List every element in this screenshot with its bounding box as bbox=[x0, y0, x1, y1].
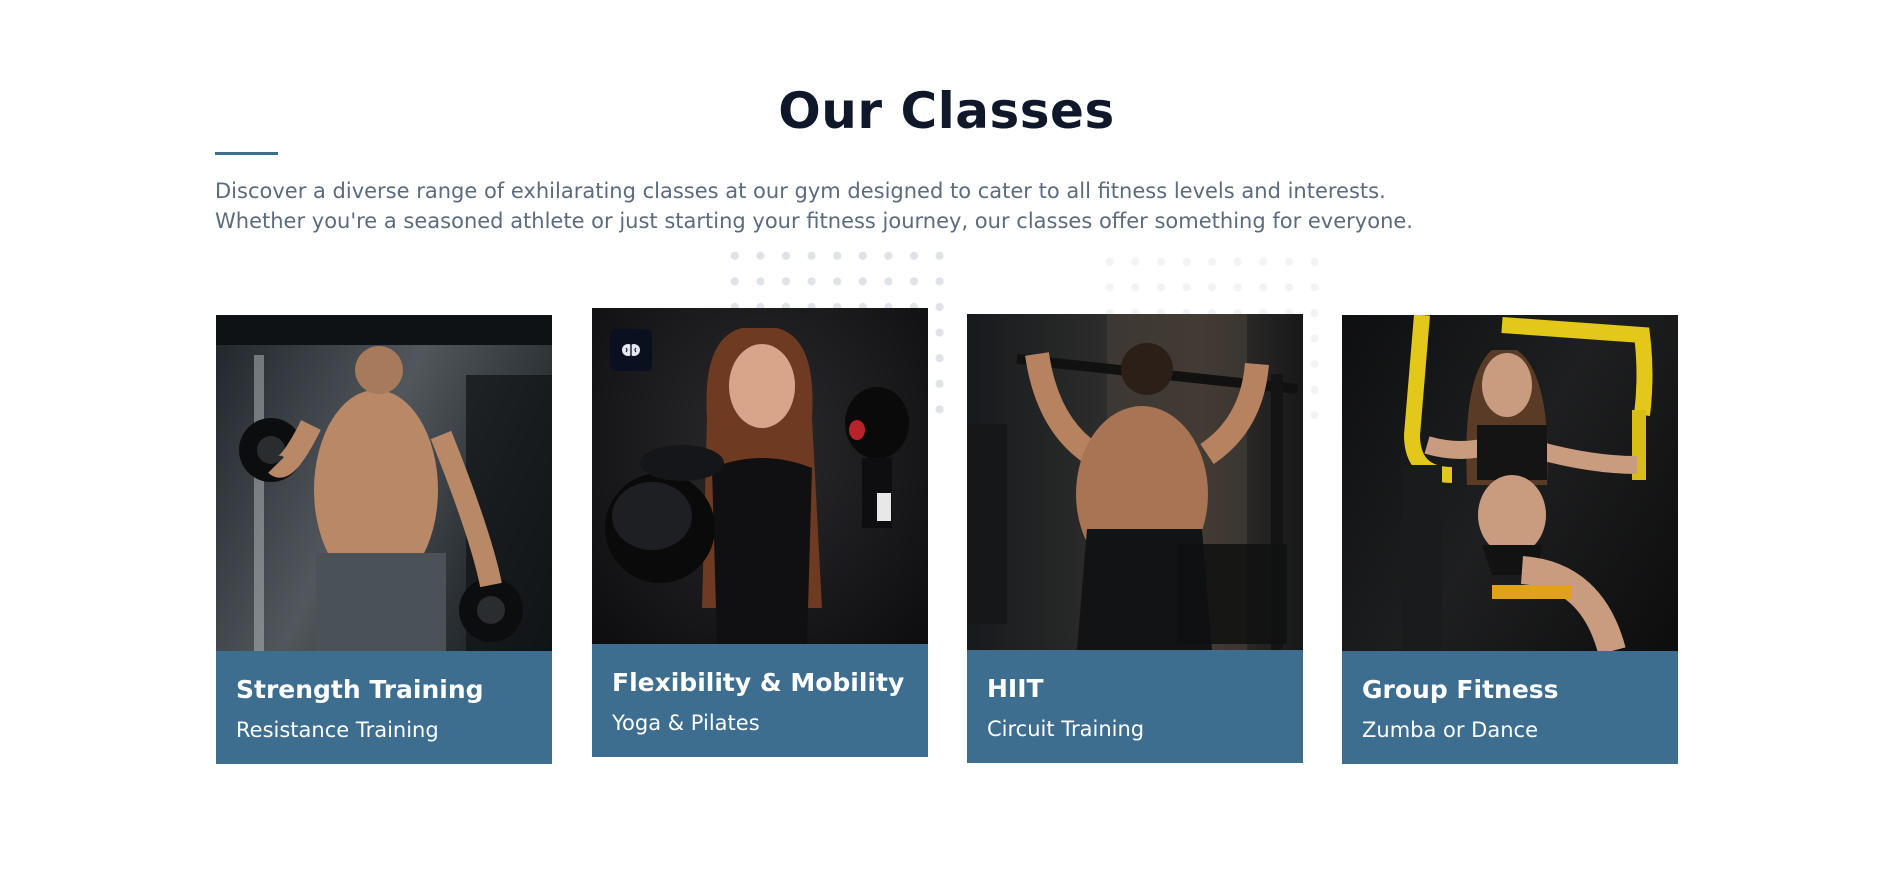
classes-section: Our Classes Discover a diverse range of … bbox=[0, 0, 1893, 896]
class-subtitle: Resistance Training bbox=[236, 718, 439, 742]
class-card-strength-training[interactable]: Strength Training Resistance Training bbox=[216, 315, 552, 764]
class-photo bbox=[1342, 315, 1678, 651]
description-line-2: Whether you're a seasoned athlete or jus… bbox=[215, 209, 1413, 233]
class-subtitle: Circuit Training bbox=[987, 717, 1145, 741]
class-subtitle: Yoga & Pilates bbox=[612, 711, 760, 735]
class-caption: Flexibility & Mobility Yoga & Pilates bbox=[592, 644, 928, 757]
class-caption: HIIT Circuit Training bbox=[967, 650, 1303, 763]
class-title: Flexibility & Mobility bbox=[612, 668, 905, 697]
section-description: Discover a diverse range of exhilarating… bbox=[215, 176, 1415, 236]
class-caption: Strength Training Resistance Training bbox=[216, 651, 552, 764]
class-caption: Group Fitness Zumba or Dance bbox=[1342, 651, 1678, 764]
class-photo bbox=[967, 314, 1303, 650]
description-line-1: Discover a diverse range of exhilarating… bbox=[215, 179, 1386, 203]
class-title: HIIT bbox=[987, 674, 1044, 703]
title-accent-line bbox=[215, 152, 278, 155]
class-photo bbox=[216, 315, 552, 651]
class-photo bbox=[592, 308, 928, 644]
class-title: Strength Training bbox=[236, 675, 484, 704]
class-card-flexibility-mobility[interactable]: Flexibility & Mobility Yoga & Pilates bbox=[592, 308, 928, 757]
brain-icon bbox=[610, 329, 652, 371]
class-title: Group Fitness bbox=[1362, 675, 1559, 704]
class-card-group-fitness[interactable]: Group Fitness Zumba or Dance bbox=[1342, 315, 1678, 764]
class-subtitle: Zumba or Dance bbox=[1362, 718, 1538, 742]
class-card-hiit[interactable]: HIIT Circuit Training bbox=[967, 314, 1303, 763]
section-title: Our Classes bbox=[778, 82, 1115, 140]
